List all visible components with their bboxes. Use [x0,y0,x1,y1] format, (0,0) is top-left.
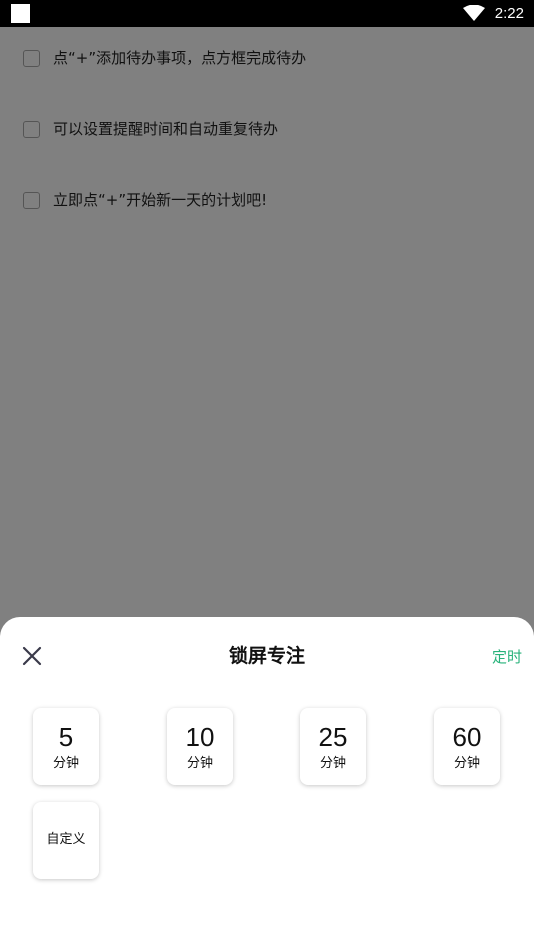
timer-button[interactable]: 定时 [492,646,522,667]
sheet-title: 锁屏专注 [228,645,305,667]
notification-icon [11,4,30,23]
duration-value: 10 [185,722,215,752]
duration-value: 25 [318,722,348,752]
duration-unit: 分钟 [52,756,79,771]
todo-item[interactable]: 点“+”添加待办事项，点方框完成待办 [0,38,534,78]
duration-option-10[interactable]: 10 分钟 [167,708,233,785]
todo-checkbox[interactable] [23,192,40,209]
wifi-icon [463,5,485,21]
custom-duration-button[interactable]: 自定义 [33,802,99,879]
todo-text: 立即点“+”开始新一天的计划吧! [53,191,268,209]
duration-value: 60 [452,722,482,752]
duration-value: 5 [58,722,74,752]
duration-unit: 分钟 [186,756,213,771]
custom-duration-label: 自定义 [46,832,86,847]
clock: 2:22 [494,5,524,22]
duration-option-60[interactable]: 60 分钟 [434,708,500,785]
status-bar: 2:22 [0,0,534,27]
todo-checkbox[interactable] [23,50,40,67]
todo-text: 点“+”添加待办事项，点方框完成待办 [53,49,307,67]
duration-option-25[interactable]: 25 分钟 [300,708,366,785]
lock-screen-focus-sheet: 锁屏专注 定时 5 分钟 10 分钟 25 分钟 60 分钟 自定义 [0,617,534,949]
todo-item[interactable]: 立即点“+”开始新一天的计划吧! [0,180,534,220]
todo-item[interactable]: 可以设置提醒时间和自动重复待办 [0,109,534,149]
duration-unit: 分钟 [453,756,480,771]
todo-text: 可以设置提醒时间和自动重复待办 [53,120,279,138]
duration-unit: 分钟 [319,756,346,771]
duration-option-5[interactable]: 5 分钟 [33,708,99,785]
todo-checkbox[interactable] [23,121,40,138]
